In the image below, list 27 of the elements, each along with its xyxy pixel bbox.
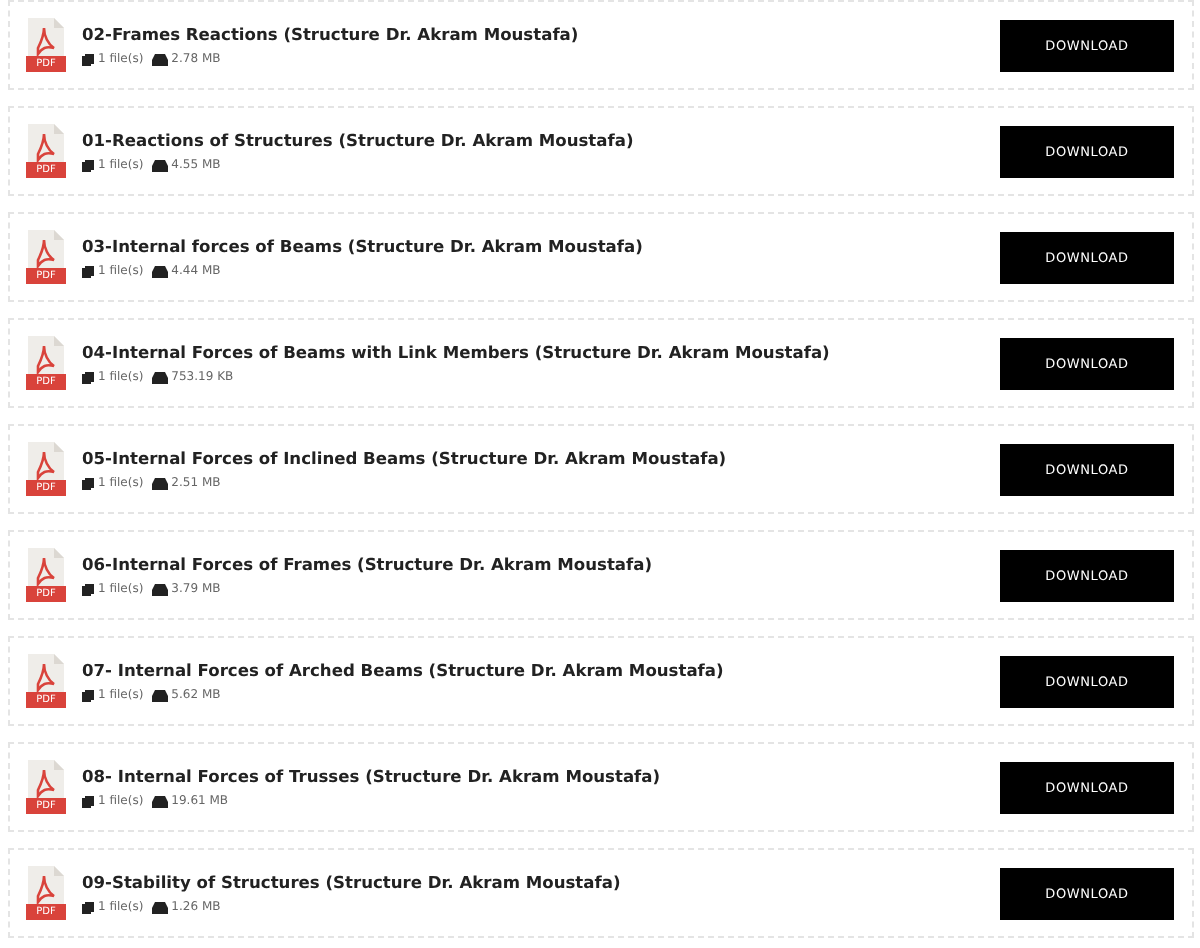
- file-title: 07- Internal Forces of Arched Beams (Structure Dr. Akram Moustafa): [82, 660, 726, 680]
- drive-icon: [151, 265, 168, 277]
- file-title: 09-Stability of Structures (Structure Dr. Akram Moustafa): [82, 872, 623, 892]
- file-title: 02-Frames Reactions (Structure Dr. Akram Moustafa): [82, 24, 581, 44]
- file-title: 04-Internal Forces of Beams with Link Members (Structure Dr. Akram Moustafa): [82, 342, 832, 362]
- file-title: 03-Internal forces of Beams (Structure Dr. Akram Moustafa): [82, 236, 645, 256]
- files-icon: [82, 901, 94, 913]
- drive-icon: [151, 53, 168, 65]
- files-icon: [82, 583, 94, 595]
- files-icon: [82, 689, 94, 701]
- files-icon: [82, 159, 94, 171]
- files-icon: [82, 265, 94, 277]
- file-title: 05-Internal Forces of Inclined Beams (Structure Dr. Akram Moustafa): [82, 448, 729, 468]
- files-icon: [82, 477, 94, 489]
- files-icon: [82, 53, 94, 65]
- drive-icon: [151, 371, 168, 383]
- files-icon: [82, 371, 94, 383]
- files-icon: [82, 795, 94, 807]
- drive-icon: [151, 901, 168, 913]
- file-title: 06-Internal Forces of Frames (Structure Dr. Akram Moustafa): [82, 554, 655, 574]
- drive-icon: [151, 477, 168, 489]
- file-title: 01-Reactions of Structures (Structure Dr. Akram Moustafa): [82, 130, 636, 150]
- drive-icon: [151, 159, 168, 171]
- drive-icon: [151, 795, 168, 807]
- file-title: 08- Internal Forces of Trusses (Structure Dr. Akram Moustafa): [82, 766, 663, 786]
- drive-icon: [151, 689, 168, 701]
- drive-icon: [151, 583, 168, 595]
